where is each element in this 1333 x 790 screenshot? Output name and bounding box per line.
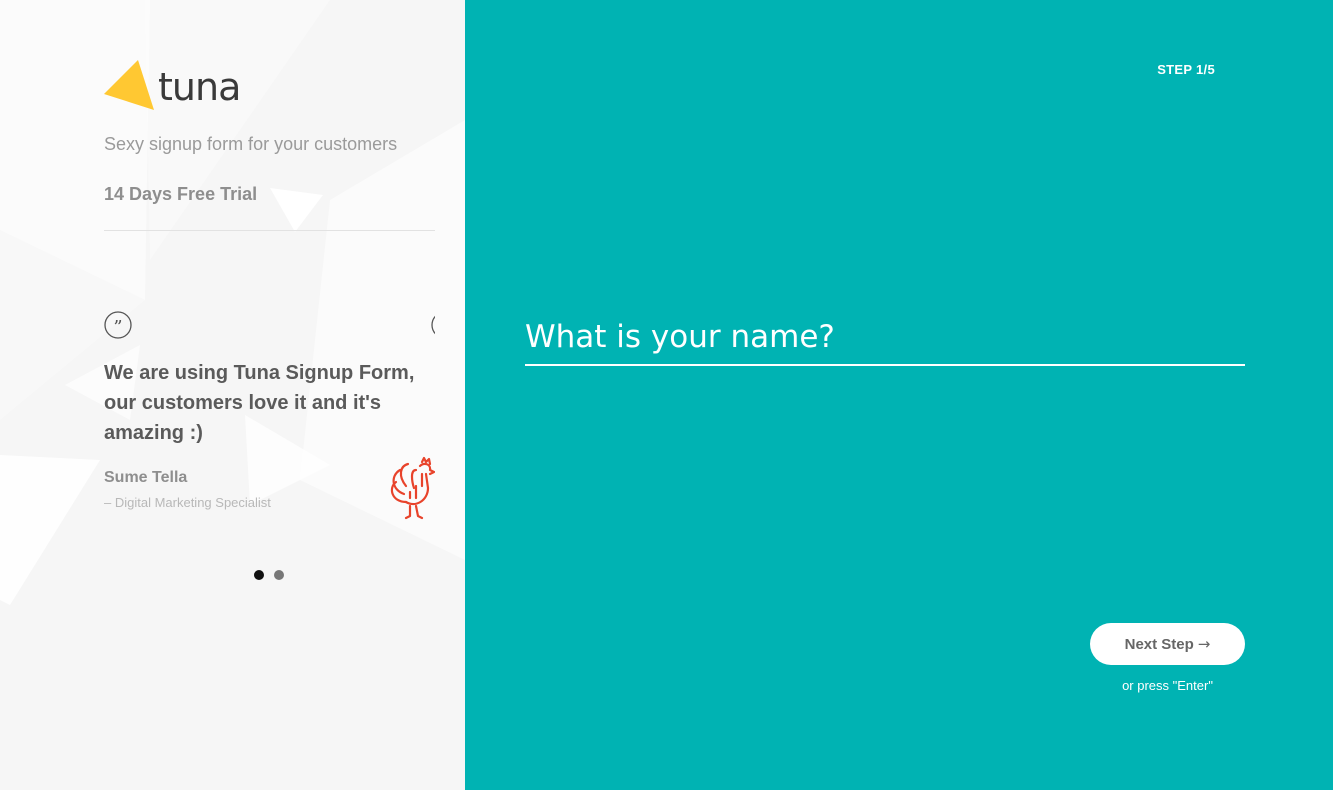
- next-step-button[interactable]: Next Step →: [1090, 623, 1245, 665]
- carousel-dot-1[interactable]: [254, 570, 264, 580]
- free-trial-label: 14 Days Free Trial: [104, 184, 258, 204]
- rooster-icon: [386, 456, 435, 522]
- signup-page: tuna Sexy signup form for your customers…: [0, 0, 1333, 790]
- carousel-dots: [254, 570, 284, 580]
- quote-icon: ”: [104, 311, 132, 339]
- logo-triangle-icon: [104, 60, 154, 110]
- name-input[interactable]: [525, 310, 1245, 366]
- step-indicator: STEP 1/5: [1157, 62, 1215, 77]
- svg-text:”: ”: [113, 317, 122, 338]
- right-panel: STEP 1/5 Next Step → or press "Enter": [465, 0, 1333, 790]
- testimonial-quote: We are using Tuna Signup Form, our custo…: [104, 362, 415, 444]
- next-step-label: Next Step: [1124, 635, 1194, 653]
- left-content: tuna Sexy signup form for your customers…: [104, 0, 435, 790]
- arrow-right-icon: →: [1197, 635, 1211, 653]
- enter-hint: or press "Enter": [1122, 678, 1213, 693]
- left-panel: tuna Sexy signup form for your customers…: [0, 0, 465, 790]
- logo-wordmark: tuna: [158, 65, 241, 109]
- testimonial-author: Sume Tella: [104, 469, 188, 486]
- tagline: Sexy signup form for your customers: [104, 134, 398, 154]
- next-quote-icon: [431, 311, 435, 339]
- carousel-dot-2[interactable]: [274, 570, 284, 580]
- divider: [104, 230, 435, 231]
- logo[interactable]: tuna: [104, 58, 254, 112]
- testimonial-author-role: – Digital Marketing Specialist: [104, 495, 271, 510]
